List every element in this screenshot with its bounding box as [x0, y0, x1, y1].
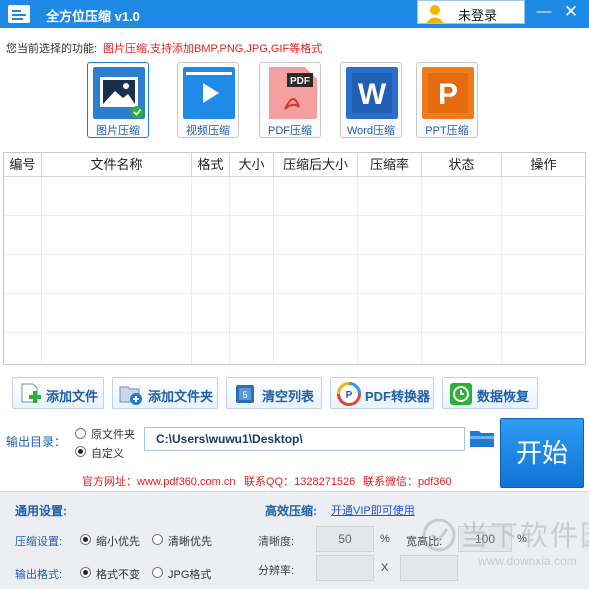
title-bar: 全方位压缩 v1.0 未登录 — ✕: [0, 0, 589, 28]
radio-custom-folder-label: 自定义: [91, 448, 124, 460]
efficient-compress-title: 高效压缩:: [265, 504, 317, 518]
radio-original-folder-label: 原文件夹: [91, 429, 135, 441]
svg-text:P: P: [438, 78, 458, 111]
open-vip-link[interactable]: 开通VIP即可使用: [331, 502, 415, 518]
pdf-converter-button[interactable]: P PDF转换器: [330, 377, 434, 409]
column-header[interactable]: 压缩后大小: [274, 153, 358, 177]
close-button[interactable]: ✕: [558, 2, 584, 24]
clarity-input[interactable]: 50: [316, 526, 374, 552]
data-recovery-icon: [450, 383, 472, 405]
radio-shrink-first[interactable]: [80, 534, 91, 545]
output-dir-label: 输出目录：: [6, 435, 67, 449]
radio-original-folder[interactable]: [75, 428, 86, 439]
radio-jpg-format-label: JPG格式: [168, 569, 212, 581]
watermark-brand: 当下软件园: [460, 520, 589, 551]
file-table[interactable]: 编号 文件名称 格式 大小 压缩后大小 压缩率 状态 操作: [3, 152, 586, 365]
user-avatar-icon: [426, 5, 444, 23]
column-header[interactable]: 文件名称: [42, 153, 192, 177]
qq-text: 联系QQ：1328271526: [244, 476, 356, 488]
function-description: 图片压缩,支持添加BMP,PNG,JPG,GIF等格式: [103, 43, 323, 55]
image-icon: [93, 67, 145, 119]
column-header[interactable]: 状态: [422, 153, 502, 177]
pdf-icon: PDF: [269, 67, 317, 119]
table-row: [4, 255, 585, 294]
minimize-button[interactable]: —: [531, 2, 557, 24]
function-label: 您当前选择的功能:: [6, 43, 98, 55]
watermark-url: www.downxia.com: [478, 554, 577, 568]
radio-jpg-format[interactable]: [152, 567, 163, 578]
website-text: 官方网址：www.pdf360.com.cn: [82, 476, 236, 488]
tool-label: PPT压缩: [425, 125, 469, 137]
start-button[interactable]: 开始: [500, 418, 584, 488]
svg-text:5: 5: [242, 390, 247, 400]
svg-text:P: P: [346, 390, 353, 401]
add-folder-label: 添加文件夹: [148, 389, 214, 404]
data-recovery-label: 数据恢复: [477, 389, 530, 404]
table-row: [4, 216, 585, 255]
tool-label: PDF压缩: [268, 125, 312, 137]
video-icon: [183, 67, 235, 119]
window-title: 全方位压缩 v1.0: [46, 9, 140, 24]
watermark: 当下软件园 www.downxia.com: [418, 512, 589, 582]
pdf-converter-label: PDF转换器: [365, 389, 431, 404]
radio-clarity-first-label: 清晰优先: [168, 536, 212, 548]
output-format-label: 输出格式:: [15, 569, 63, 581]
radio-clarity-first[interactable]: [152, 534, 163, 545]
tool-label: 图片压缩: [96, 125, 140, 137]
resolution-separator: X: [381, 562, 389, 574]
clarity-label: 清晰度:: [258, 536, 295, 548]
column-header[interactable]: 大小: [230, 153, 274, 177]
wechat-text: 联系微信：pdf360: [363, 476, 452, 488]
general-settings-title: 通用设置:: [15, 504, 67, 518]
clear-list-label: 清空列表: [262, 389, 315, 404]
output-path-field[interactable]: C:\Users\wuwu1\Desktop\: [144, 427, 465, 451]
browse-folder-icon[interactable]: [469, 427, 495, 449]
table-row: [4, 333, 585, 364]
radio-keep-format-label: 格式不变: [96, 569, 140, 581]
pdf-converter-icon: P: [337, 382, 361, 406]
ppt-icon: P: [422, 67, 474, 119]
tool-word-compress[interactable]: W Word压缩: [340, 62, 402, 138]
add-file-icon: [21, 383, 41, 403]
add-file-button[interactable]: 添加文件: [12, 377, 104, 409]
tool-ppt-compress[interactable]: P PPT压缩: [416, 62, 478, 138]
svg-text:W: W: [358, 78, 387, 111]
resolution-width-input[interactable]: [316, 555, 374, 581]
login-button[interactable]: 未登录: [417, 0, 525, 24]
column-header[interactable]: 操作: [502, 153, 585, 177]
compress-setting-label: 压缩设置:: [15, 536, 63, 548]
radio-keep-format[interactable]: [80, 567, 91, 578]
column-header[interactable]: 压缩率: [358, 153, 422, 177]
tool-label: 视频压缩: [186, 125, 230, 137]
watermark-logo-icon: [422, 518, 456, 552]
app-logo-icon: [8, 5, 30, 23]
clear-list-button[interactable]: 5 清空列表: [226, 377, 322, 409]
table-header: 编号 文件名称 格式 大小 压缩后大小 压缩率 状态 操作: [4, 153, 585, 177]
svg-text:PDF: PDF: [290, 76, 310, 87]
tool-image-compress[interactable]: 图片压缩: [87, 62, 149, 138]
add-folder-icon: [119, 386, 142, 405]
column-header[interactable]: 格式: [192, 153, 230, 177]
add-folder-button[interactable]: 添加文件夹: [112, 377, 218, 409]
radio-shrink-first-label: 缩小优先: [96, 536, 140, 548]
radio-custom-folder[interactable]: [75, 446, 86, 457]
column-header[interactable]: 编号: [4, 153, 42, 177]
data-recovery-button[interactable]: 数据恢复: [442, 377, 538, 409]
login-label: 未登录: [458, 8, 498, 23]
output-path-value: C:\Users\wuwu1\Desktop\: [156, 432, 303, 446]
add-file-label: 添加文件: [46, 389, 99, 404]
clarity-unit: %: [380, 533, 390, 545]
word-icon: W: [346, 67, 398, 119]
tool-label: Word压缩: [346, 125, 396, 137]
table-row: [4, 294, 585, 333]
tool-video-compress[interactable]: 视频压缩: [177, 62, 239, 138]
tool-pdf-compress[interactable]: PDF PDF压缩: [259, 62, 321, 138]
table-row: [4, 177, 585, 216]
clear-list-icon: 5: [236, 385, 254, 403]
resolution-label: 分辨率:: [258, 565, 295, 577]
